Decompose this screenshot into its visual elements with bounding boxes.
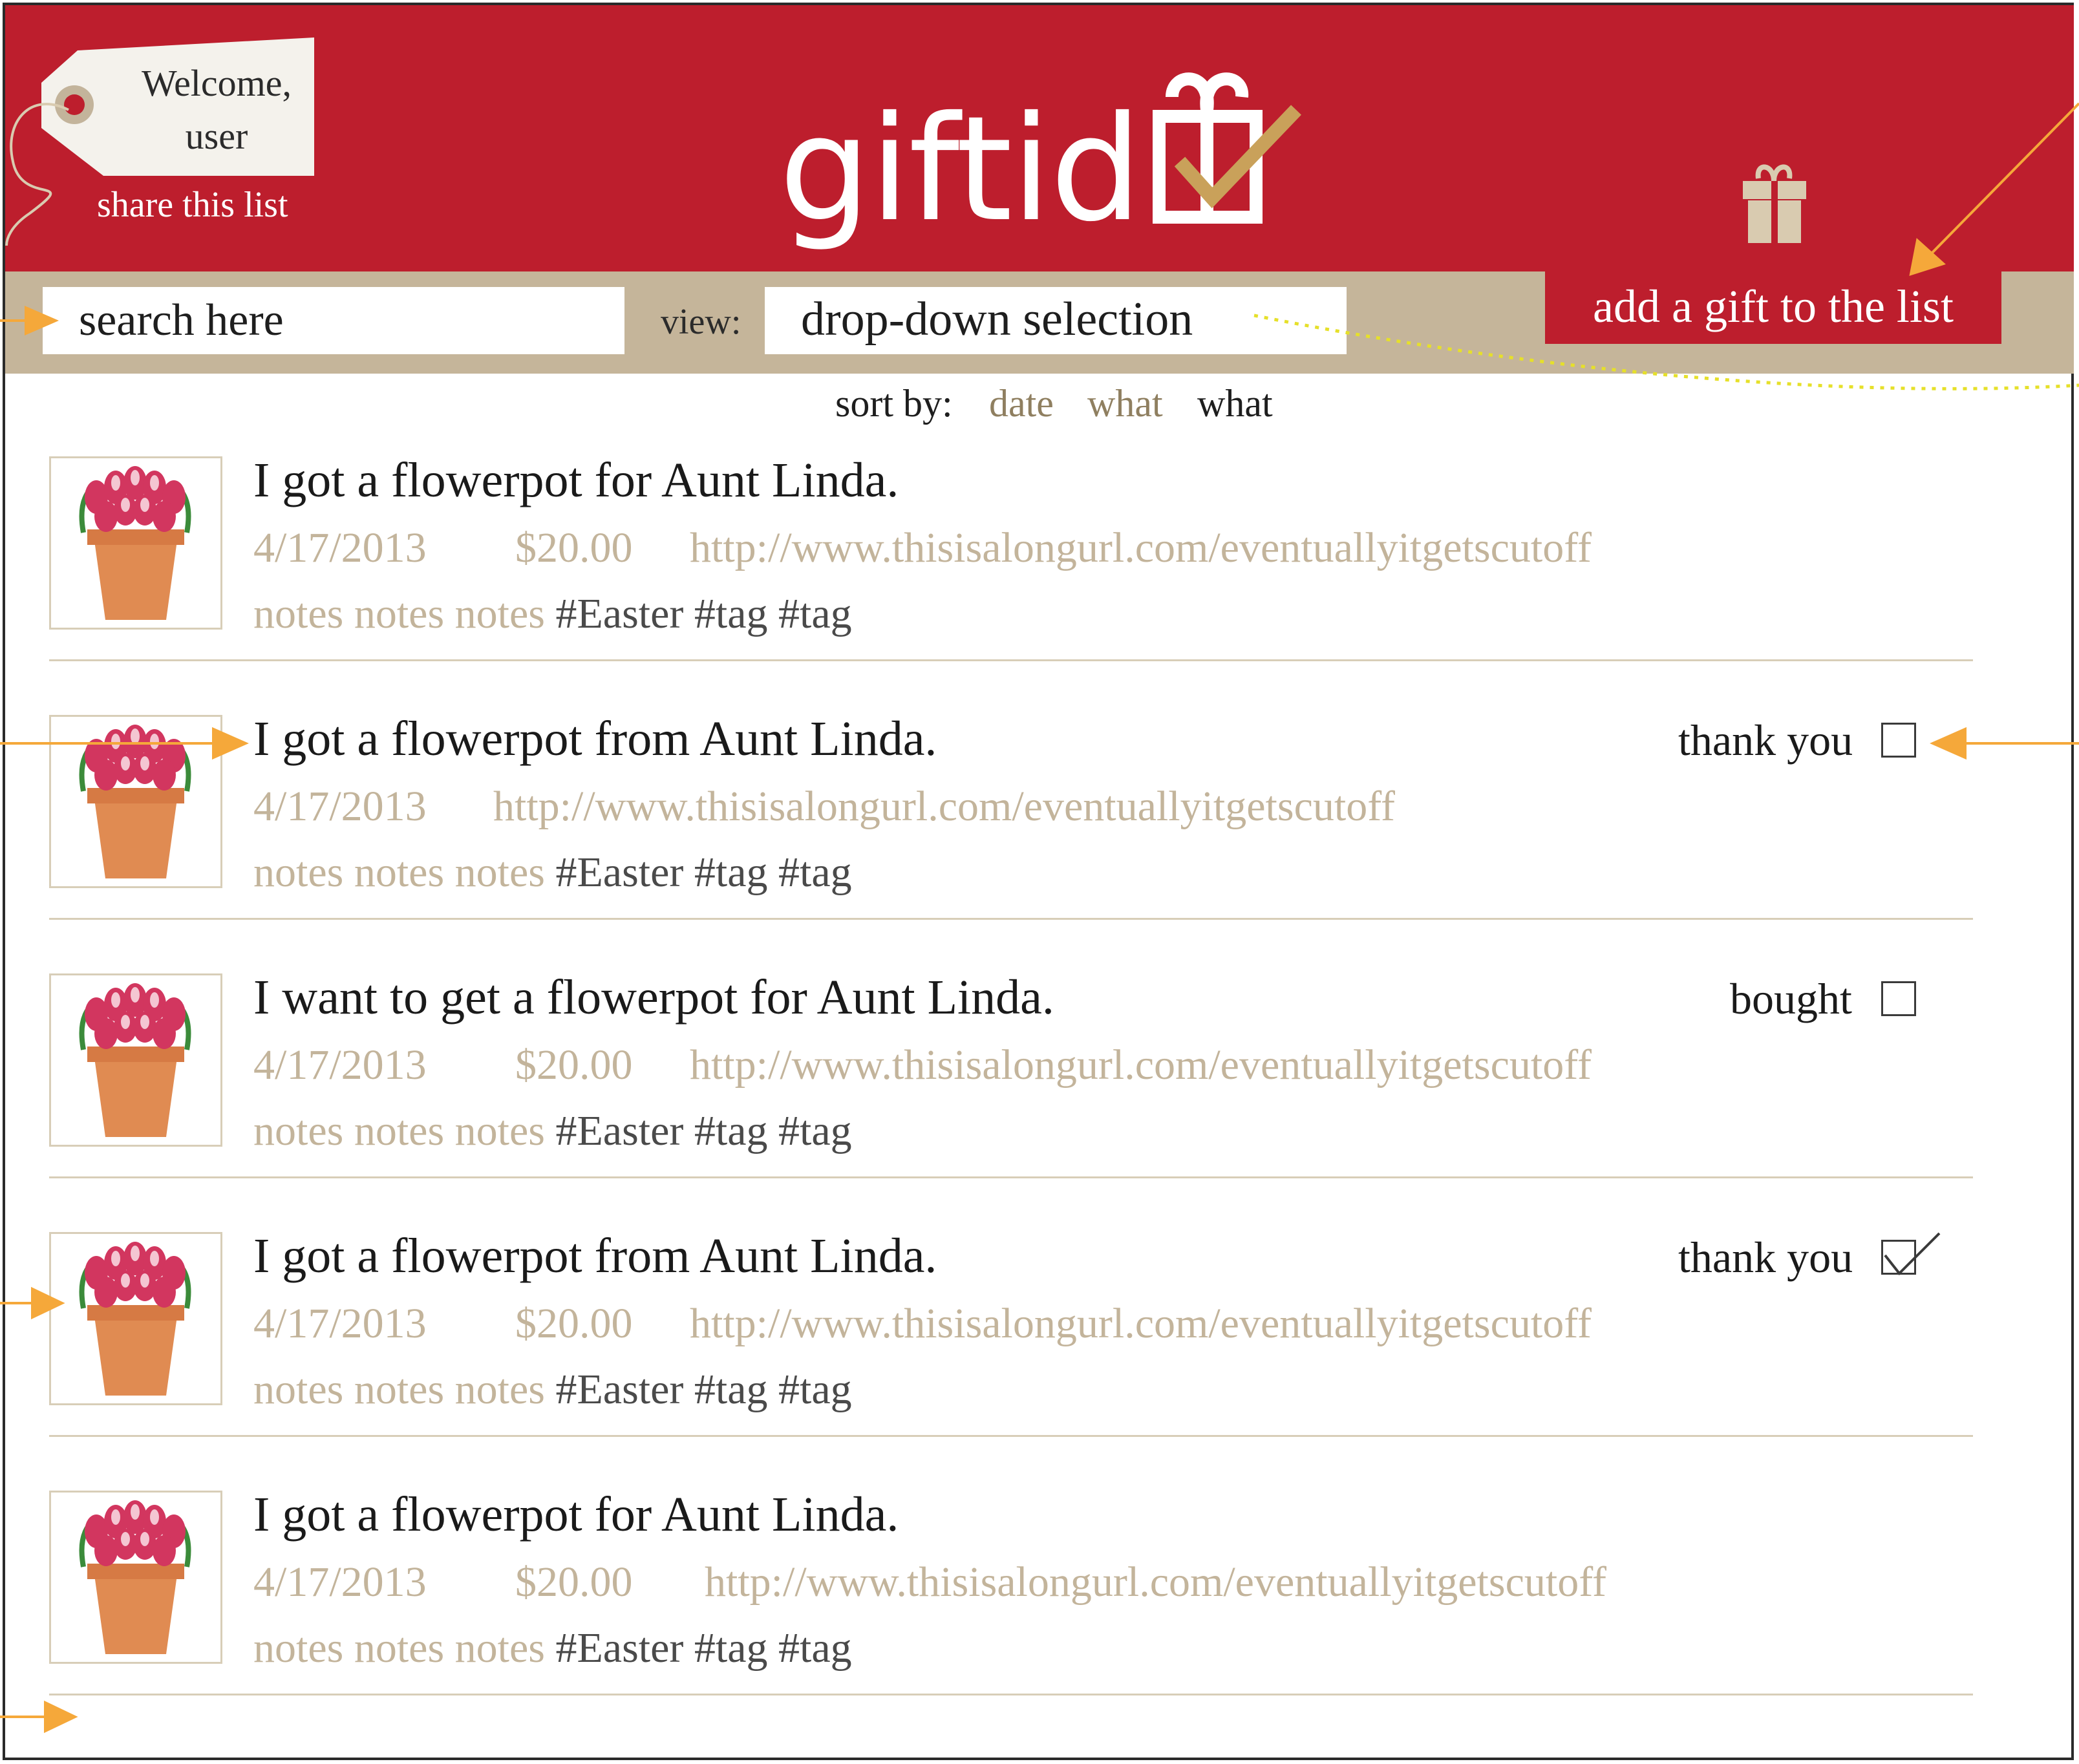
gift-notes: notes notes notes xyxy=(253,1107,545,1154)
logo-wordmark: giftid xyxy=(779,85,1142,253)
gift-url-link[interactable]: http://www.thisisalongurl.com/eventually… xyxy=(690,1041,1592,1090)
add-gift-button[interactable]: add a gift to the list xyxy=(1545,271,2001,344)
gift-date: 4/17/2013 xyxy=(253,524,427,571)
gift-tags[interactable]: #Easter #tag #tag xyxy=(555,849,851,896)
gift-notes: notes notes notes xyxy=(253,849,545,896)
gift-title[interactable]: I got a flowerpot for Aunt Linda. xyxy=(253,452,899,509)
flowerpot-image-icon xyxy=(79,466,191,620)
item-divider xyxy=(49,1176,1973,1178)
gift-item-2[interactable]: I got a flowerpot from Aunt Linda. 4/17/… xyxy=(0,712,2079,973)
flowerpot-image-icon xyxy=(79,983,191,1137)
gift-notes: notes notes notes xyxy=(253,1624,545,1672)
search-input[interactable]: search here xyxy=(43,287,624,354)
gift-tags[interactable]: #Easter #tag #tag xyxy=(555,590,851,637)
gift-url-link[interactable]: http://www.thisisalongurl.com/eventually… xyxy=(493,782,1395,831)
gift-title[interactable]: I got a flowerpot from Aunt Linda. xyxy=(253,1228,937,1284)
bought-label: bought xyxy=(1730,974,1852,1023)
welcome-text: Welcome, user xyxy=(129,57,304,163)
gift-item-4[interactable]: I got a flowerpot from Aunt Linda. 4/17/… xyxy=(0,1229,2079,1491)
gift-date: 4/17/2013 xyxy=(253,1300,427,1347)
gift-tags[interactable]: #Easter #tag #tag xyxy=(555,1624,851,1672)
gift-notes: notes notes notes xyxy=(253,590,545,637)
share-list-link[interactable]: share this list xyxy=(97,184,288,226)
gift-notes: notes notes notes xyxy=(253,1366,545,1413)
gift-tags[interactable]: #Easter #tag #tag xyxy=(555,1107,851,1154)
view-dropdown[interactable]: drop-down selection xyxy=(765,287,1347,354)
flowerpot-thumbnail xyxy=(49,715,222,888)
gift-price: $20.00 xyxy=(515,524,633,571)
gift-title[interactable]: I want to get a flowerpot for Aunt Linda… xyxy=(253,970,1054,1026)
flowerpot-image-icon xyxy=(79,1242,191,1396)
gift-url-link[interactable]: http://www.thisisalongurl.com/eventually… xyxy=(690,1299,1592,1348)
gift-price: $20.00 xyxy=(515,1300,633,1347)
gift-notes-line: notes notes notes #Easter #tag #tag xyxy=(253,848,852,897)
thank-you-label: thank you xyxy=(1678,1233,1853,1282)
sort-option-what-2[interactable]: what xyxy=(1197,381,1273,426)
item-divider xyxy=(49,1435,1973,1437)
item-divider xyxy=(49,918,1973,920)
gift-item-1[interactable]: I got a flowerpot for Aunt Linda. 4/17/2… xyxy=(0,453,2079,715)
gift-notes-line: notes notes notes #Easter #tag #tag xyxy=(253,590,852,639)
welcome-line-2: user xyxy=(185,115,248,157)
thank-you-checkbox-checked[interactable] xyxy=(1881,1240,1916,1275)
flowerpot-thumbnail xyxy=(49,456,222,630)
gift-date: 4/17/2013 xyxy=(253,1558,427,1606)
bought-checkbox[interactable] xyxy=(1881,981,1916,1016)
gift-price: $20.00 xyxy=(515,1558,633,1606)
thank-you-label: thank you xyxy=(1678,716,1853,765)
gift-price: $20.00 xyxy=(515,1041,633,1089)
gift-title[interactable]: I got a flowerpot for Aunt Linda. xyxy=(253,1487,899,1543)
flowerpot-thumbnail xyxy=(49,1491,222,1664)
gift-date: 4/17/2013 xyxy=(253,1041,427,1089)
gift-item-5[interactable]: I got a flowerpot for Aunt Linda. 4/17/2… xyxy=(0,1487,2079,1749)
add-gift-icon[interactable] xyxy=(1739,162,1810,246)
flowerpot-image-icon xyxy=(79,725,191,878)
gift-notes-line: notes notes notes #Easter #tag #tag xyxy=(253,1107,852,1156)
gift-notes-line: notes notes notes #Easter #tag #tag xyxy=(253,1624,852,1673)
welcome-tag: Welcome, user xyxy=(39,37,314,176)
thank-you-checkbox[interactable] xyxy=(1881,723,1916,758)
gift-notes-line: notes notes notes #Easter #tag #tag xyxy=(253,1365,852,1414)
gift-tags[interactable]: #Easter #tag #tag xyxy=(555,1366,851,1413)
item-divider xyxy=(49,1694,1973,1695)
gift-title[interactable]: I got a flowerpot from Aunt Linda. xyxy=(253,711,937,767)
sort-option-date[interactable]: date xyxy=(989,381,1054,426)
flowerpot-image-icon xyxy=(79,1500,191,1654)
item-divider xyxy=(49,659,1973,661)
view-label: view: xyxy=(661,302,741,342)
sort-option-what[interactable]: what xyxy=(1087,381,1163,426)
gift-url-link[interactable]: http://www.thisisalongurl.com/eventually… xyxy=(690,524,1592,573)
welcome-line-1: Welcome, xyxy=(141,62,292,104)
flowerpot-thumbnail xyxy=(49,973,222,1147)
sort-label: sort by: xyxy=(835,382,953,425)
gift-check-logo-icon xyxy=(1153,72,1301,224)
flowerpot-thumbnail xyxy=(49,1232,222,1405)
gift-date: 4/17/2013 xyxy=(253,783,427,830)
gift-item-3[interactable]: I want to get a flowerpot for Aunt Linda… xyxy=(0,970,2079,1232)
gift-url-link[interactable]: http://www.thisisalongurl.com/eventually… xyxy=(705,1558,1606,1607)
